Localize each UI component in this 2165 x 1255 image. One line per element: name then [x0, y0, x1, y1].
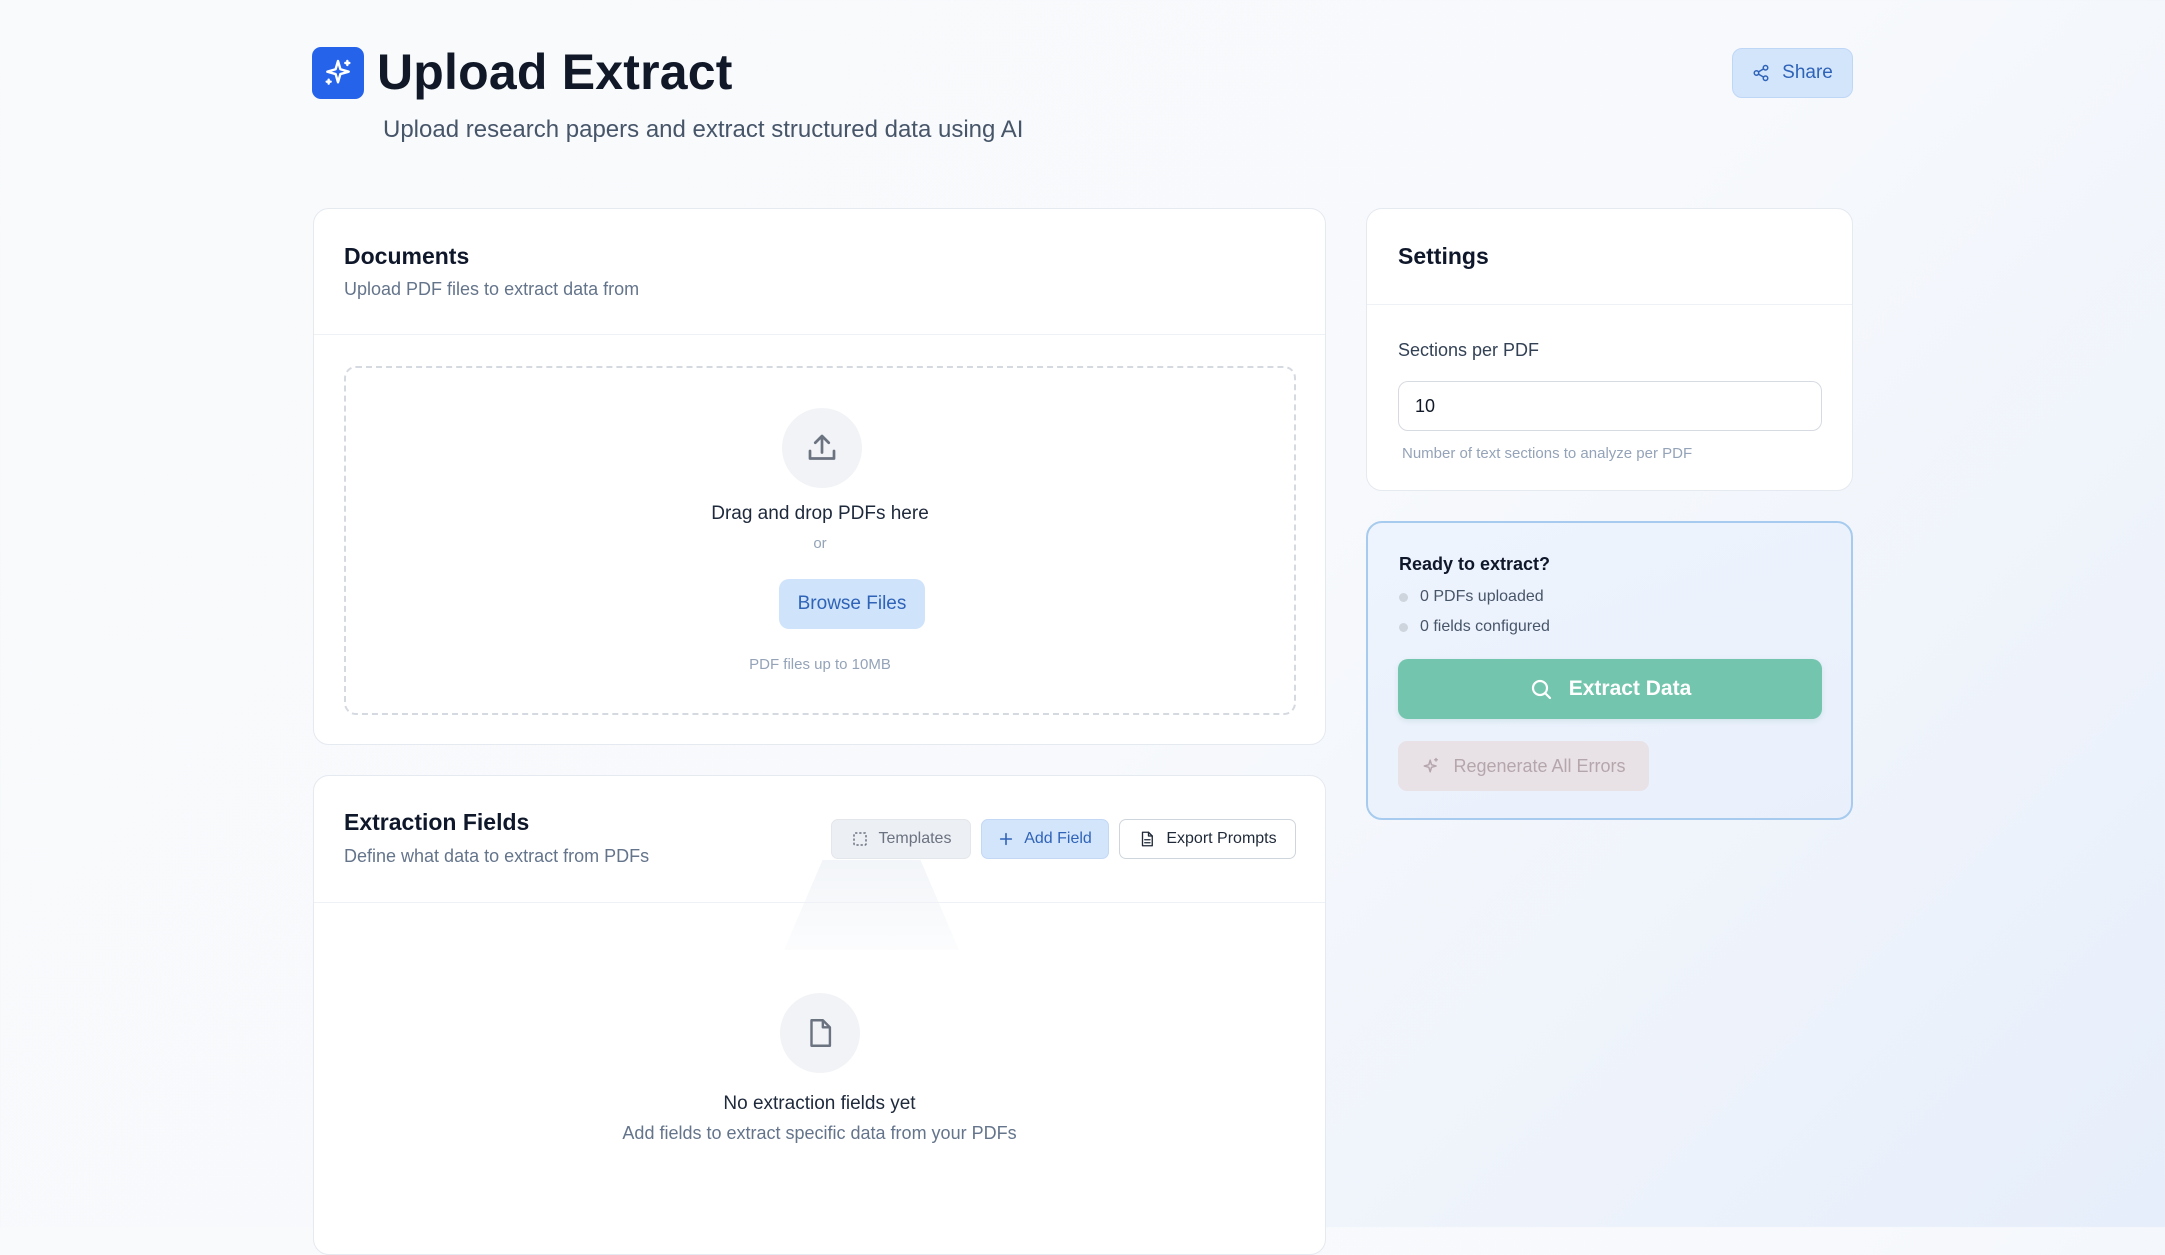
sparkles-icon: [1424, 757, 1439, 773]
search-icon: [1531, 679, 1551, 700]
export-prompts-label: Export Prompts: [1166, 830, 1277, 847]
pdf-dropzone[interactable]: Drag and drop PDFs here or Browse Files …: [344, 366, 1296, 715]
settings-title: Settings: [1398, 243, 1489, 269]
sections-per-pdf-label: Sections per PDF: [1398, 340, 1540, 360]
dropzone-or-text: or: [813, 535, 827, 552]
upload-icon: [808, 434, 836, 460]
share-label: Share: [1782, 62, 1833, 83]
file-icon: [810, 1019, 832, 1047]
regenerate-all-errors-button[interactable]: Regenerate All Errors: [1398, 741, 1649, 791]
templates-label: Templates: [878, 830, 952, 847]
upload-icon-circle: [782, 408, 862, 488]
extract-data-button[interactable]: Extract Data: [1398, 659, 1822, 719]
documents-description: Upload PDF files to extract data from: [344, 279, 640, 299]
pdfs-status-text: 0 PDFs uploaded: [1420, 588, 1544, 605]
settings-divider: [1367, 304, 1852, 305]
templates-icon: [852, 832, 867, 846]
dropzone-hint: PDF files up to 10MB: [749, 656, 891, 673]
fields-divider: [314, 902, 1325, 903]
add-field-button[interactable]: Add Field: [981, 819, 1109, 859]
fields-status-text: 0 fields configured: [1420, 618, 1550, 635]
sections-per-pdf-input[interactable]: 10: [1398, 381, 1822, 431]
plus-icon: [1000, 832, 1013, 846]
empty-state-title: No extraction fields yet: [723, 1093, 916, 1114]
templates-button[interactable]: Templates: [831, 819, 971, 859]
extraction-fields-description: Define what data to extract from PDFs: [344, 846, 650, 866]
regenerate-label: Regenerate All Errors: [1453, 755, 1626, 776]
dropzone-primary-text: Drag and drop PDFs here: [711, 503, 929, 524]
page-title: Upload Extract: [377, 44, 733, 100]
sections-help-text: Number of text sections to analyze per P…: [1402, 445, 1693, 462]
ready-to-extract-panel: Ready to extract? 0 PDFs uploaded 0 fiel…: [1366, 521, 1853, 820]
settings-card: Settings Sections per PDF 10 Number of t…: [1366, 208, 1853, 491]
empty-state-subtitle: Add fields to extract specific data from…: [622, 1123, 1017, 1143]
share-icon: [1753, 64, 1769, 82]
app-logo: [312, 47, 364, 99]
extract-data-label: Extract Data: [1568, 677, 1692, 700]
share-button[interactable]: Share: [1732, 48, 1853, 98]
fields-status-row: 0 fields configured: [1399, 618, 1550, 636]
status-dot: [1399, 622, 1408, 632]
document-icon: [1142, 831, 1154, 847]
documents-card: Documents Upload PDF files to extract da…: [313, 208, 1326, 745]
documents-title: Documents: [344, 243, 470, 269]
status-dot: [1399, 592, 1408, 602]
browse-files-button[interactable]: Browse Files: [779, 579, 925, 629]
sparkles-icon: [325, 59, 351, 85]
file-icon-circle: [780, 993, 860, 1073]
extraction-fields-title: Extraction Fields: [344, 809, 530, 835]
export-prompts-button[interactable]: Export Prompts: [1119, 819, 1296, 859]
documents-divider: [314, 334, 1325, 335]
page-subtitle: Upload research papers and extract struc…: [383, 116, 1024, 143]
ready-title: Ready to extract?: [1399, 554, 1551, 574]
decorative-shape: [784, 860, 959, 950]
add-field-label: Add Field: [1024, 830, 1092, 847]
pdfs-status-row: 0 PDFs uploaded: [1399, 588, 1544, 606]
extraction-fields-card: Extraction Fields Define what data to ex…: [313, 775, 1326, 1255]
